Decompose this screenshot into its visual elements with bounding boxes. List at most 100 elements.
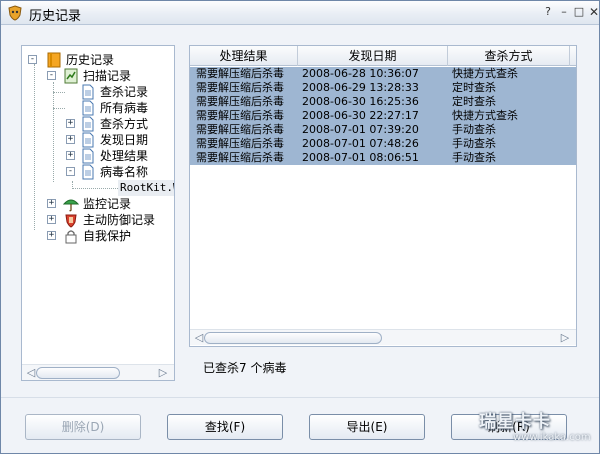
table-row[interactable]: 需要解压缩后杀毒 2008-06-28 10:36:07 快捷方式查杀 [190,67,576,81]
tree-item-kill-records[interactable]: 查杀记录 [53,84,166,100]
tree-label-monitor-records: 监控记录 [83,197,132,211]
tree-item-selected-virus[interactable]: RootKit.Wi [118,180,174,196]
expand-icon[interactable]: + [47,215,56,224]
tree-item-monitor-records[interactable]: + 监控记录 [47,196,167,212]
maximize-icon[interactable]: □ [572,5,586,19]
cell-result: 需要解压缩后杀毒 [196,95,284,108]
expand-icon[interactable]: + [47,199,56,208]
column-header-date[interactable]: 发现日期 [298,46,448,66]
tree-label-active-defense: 主动防御记录 [83,213,156,227]
close-icon[interactable]: ✕ [587,5,600,19]
tree-item-all-viruses[interactable]: 所有病毒 [53,100,166,116]
collapse-icon[interactable]: - [47,71,56,80]
tree-label-kill-records: 查杀记录 [100,85,149,99]
tree-item-scan-records[interactable]: - 扫描记录 [47,68,167,84]
document-icon [82,164,94,180]
history-book-icon [47,52,61,68]
cell-result: 需要解压缩后杀毒 [196,137,284,150]
cell-date: 2008-07-01 07:48:26 [302,137,419,150]
cell-result: 需要解压缩后杀毒 [196,81,284,94]
table-row[interactable]: 需要解压缩后杀毒 2008-07-01 07:48:26 手动查杀 [190,137,576,151]
cell-method: 快捷方式查杀 [452,109,518,122]
cell-date: 2008-07-01 08:06:51 [302,151,419,164]
title-bar[interactable]: 历史记录 ? – □ ✕ [1,1,599,25]
tree-horizontal-scrollbar[interactable]: ◁ ▷ [22,364,174,380]
tree-guide-line [53,92,65,93]
table-row[interactable]: 需要解压缩后杀毒 2008-06-29 13:28:33 定时查杀 [190,81,576,95]
cell-method: 手动查杀 [452,123,496,136]
document-icon [82,100,94,116]
history-window: 历史记录 ? – □ ✕ - 历史记录 - 扫描记录 查杀记录 所有病毒 + 查… [0,0,600,454]
cell-method: 快捷方式查杀 [452,67,518,80]
cell-date: 2008-06-28 10:36:07 [302,67,419,80]
scrollbar-thumb[interactable] [204,332,382,344]
document-icon [82,116,94,132]
table-row[interactable]: 需要解压缩后杀毒 2008-06-30 16:25:36 定时查杀 [190,95,576,109]
expand-icon[interactable]: + [66,151,75,160]
delete-button[interactable]: 删除(D) [25,414,141,440]
tree-label-process-result: 处理结果 [100,149,149,163]
tree-label-scan-records: 扫描记录 [83,69,132,83]
tree-guide-line [72,188,118,189]
tree-guide-line [53,82,54,182]
window-title: 历史记录 [29,9,82,24]
cell-method: 定时查杀 [452,81,496,94]
help-icon[interactable]: ? [541,5,555,19]
tree-item-virus-name[interactable]: - 病毒名称 [66,164,166,180]
table-row[interactable]: 需要解压缩后杀毒 2008-07-01 08:06:51 手动查杀 [190,151,576,165]
cell-date: 2008-06-30 16:25:36 [302,95,419,108]
tree-label-found-date: 发现日期 [100,133,149,147]
expand-icon[interactable]: + [66,119,75,128]
table-row[interactable]: 需要解压缩后杀毒 2008-07-01 07:39:20 手动查杀 [190,123,576,137]
scroll-right-icon[interactable]: ▷ [558,331,572,345]
watermark-url: www.ikaka.com [513,432,591,443]
cell-result: 需要解压缩后杀毒 [196,151,284,164]
tree-item-active-defense[interactable]: + 主动防御记录 [47,212,172,228]
cell-result: 需要解压缩后杀毒 [196,109,284,122]
table-horizontal-scrollbar[interactable]: ◁ ▷ [190,329,576,345]
tree-item-history[interactable]: - 历史记录 [28,52,168,68]
tree-label-kill-method: 查杀方式 [100,117,149,131]
cell-date: 2008-06-30 22:27:17 [302,109,419,122]
table-row[interactable]: 需要解压缩后杀毒 2008-06-30 22:27:17 快捷方式查杀 [190,109,576,123]
tree-label-history: 历史记录 [66,53,115,67]
cell-result: 需要解压缩后杀毒 [196,67,284,80]
cell-method: 手动查杀 [452,137,496,150]
scan-report-icon [64,68,78,84]
document-icon [82,132,94,148]
collapse-icon[interactable]: - [28,55,37,64]
records-table-panel: 处理结果 发现日期 查杀方式 需要解压缩后杀毒 2008-06-28 10:36… [189,45,577,347]
lock-icon [65,230,77,244]
cell-method: 手动查杀 [452,151,496,164]
tree-item-process-result[interactable]: + 处理结果 [66,148,166,164]
document-icon [82,84,94,100]
table-header: 处理结果 发现日期 查杀方式 [190,46,576,66]
scroll-right-icon[interactable]: ▷ [156,366,170,380]
minimize-icon[interactable]: – [557,5,571,19]
tree-guide-line [53,108,65,109]
column-header-method[interactable]: 查杀方式 [448,46,570,66]
tree-guide-line [34,64,35,230]
tree-item-found-date[interactable]: + 发现日期 [66,132,166,148]
cell-method: 定时查杀 [452,95,496,108]
tree-label-self-protection: 自我保护 [83,229,132,243]
tree-label-all-viruses: 所有病毒 [100,101,149,115]
export-button[interactable]: 导出(E) [309,414,425,440]
collapse-icon[interactable]: - [66,167,75,176]
scrollbar-thumb[interactable] [36,367,120,379]
expand-icon[interactable]: + [47,231,56,240]
tree-item-kill-method[interactable]: + 查杀方式 [66,116,166,132]
tree-item-self-protection[interactable]: + 自我保护 [47,228,167,244]
tree-label-selected-virus: RootKit.Wi [118,180,174,196]
expand-icon[interactable]: + [66,135,75,144]
cell-date: 2008-06-29 13:28:33 [302,81,419,94]
shield-app-icon [8,5,22,21]
hand-shield-icon [65,214,77,228]
column-header-result[interactable]: 处理结果 [190,46,298,66]
cell-result: 需要解压缩后杀毒 [196,123,284,136]
history-tree-panel: - 历史记录 - 扫描记录 查杀记录 所有病毒 + 查杀方式 + 发现日期 + … [21,45,175,381]
find-button[interactable]: 查找(F) [167,414,283,440]
tree-label-virus-name: 病毒名称 [100,165,149,179]
watermark-brand: 瑞星卡卡 [479,412,551,432]
cell-date: 2008-07-01 07:39:20 [302,123,419,136]
